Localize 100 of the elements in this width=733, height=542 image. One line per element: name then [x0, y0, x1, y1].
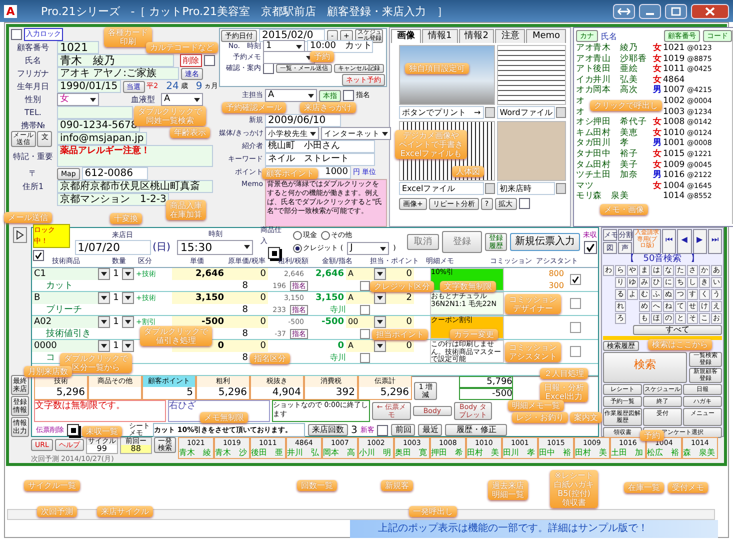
- tooltip-text: 独自項目設定可: [409, 64, 465, 73]
- field-label: 生年月日: [16, 81, 50, 92]
- tooltip-text: 顧客ポイント: [266, 169, 314, 178]
- field-label: 携帯№: [20, 120, 46, 131]
- tooltip-text: 人体図: [456, 167, 480, 176]
- tooltip-text: 来店きっかけ: [304, 103, 352, 112]
- info-banner: 上記のポップ表示は機能の一部です。詳細はサンプル版で！: [350, 520, 718, 538]
- tooltip-text: メール送信: [8, 213, 48, 222]
- amount-cell-text: 2,646: [314, 268, 345, 280]
- tooltip-text: ダブルクリックで: [64, 354, 128, 363]
- tooltip-text: 予約: [314, 52, 330, 61]
- app-icon: A: [4, 4, 17, 18]
- quantity-cell-text: 1: [112, 292, 120, 304]
- tooltip-text: ※レシート: [554, 471, 594, 480]
- tooltip-text: 次回予測: [41, 507, 73, 516]
- tooltip-text: B5(控付): [558, 489, 590, 498]
- point-cell: 0: [386, 340, 414, 352]
- field-label: TEL.: [24, 107, 42, 118]
- quantity-cell-text: 1: [112, 316, 120, 328]
- tooltip-text: ２人目処理: [544, 369, 584, 378]
- tooltip-text: 担当ポイント: [376, 330, 424, 339]
- amount-cell-text: 3,150: [314, 292, 345, 304]
- cost-cell: 0: [226, 268, 268, 280]
- tooltip-text: 在庫加算: [170, 210, 202, 219]
- tooltip-text: 来店サイクル: [101, 507, 149, 516]
- tooltip-text: 商品入庫: [170, 201, 202, 210]
- tooltip-text: カラー変更: [454, 330, 494, 339]
- tax-rate-cell-text: 8: [241, 280, 249, 292]
- staff-cell: A: [346, 292, 374, 304]
- tooltip-text: 検索はここから: [652, 340, 708, 349]
- assistant-cell-text: 寺川: [329, 305, 347, 314]
- amount-cell-text: -500: [320, 316, 345, 328]
- tooltip-text: 文字数無制限: [444, 282, 492, 291]
- price-cell: 3,150: [172, 292, 226, 304]
- tooltip-text: アシスタント: [509, 352, 557, 361]
- assistant-cell-text: 寺川: [329, 353, 347, 362]
- tooltip-text: 指名区分: [254, 354, 286, 363]
- tooltip-text: 領収書: [562, 498, 586, 507]
- staff-cell: A: [346, 268, 374, 280]
- tooltip-text: ダブルクリックで: [138, 107, 202, 116]
- cycle-value: 99: [86, 444, 117, 452]
- window-title: Pro.21シリーズ -［ カットPro.21美容室 京都駅前店 顧客登録・来店入力 ］: [41, 6, 448, 16]
- field-label: 〒: [28, 168, 38, 179]
- total-value: 5: [186, 387, 194, 399]
- field-label: フリガナ: [16, 68, 50, 79]
- field-label: 性別: [24, 94, 42, 105]
- tax-rate-cell-text: 8: [241, 328, 249, 340]
- weekday-label: (日): [152, 242, 170, 253]
- tooltip-text: 回数一覧: [301, 481, 333, 490]
- cost-cell: 0: [226, 292, 268, 304]
- quantity-cell-text: 1: [112, 340, 120, 352]
- tooltip-text: 十変換: [114, 214, 138, 223]
- kana-search-title: 【 50音検索 】: [624, 255, 701, 264]
- point-cell: 2: [386, 292, 414, 304]
- discount-field: -500: [459, 388, 514, 400]
- tooltip-text: 未収一覧: [86, 427, 118, 436]
- tooltip-text: コミッション: [509, 295, 557, 304]
- field-label: 血液型: [131, 94, 155, 105]
- tooltip-text: カルテコードなど: [150, 43, 214, 52]
- amount-cell-text: 0: [336, 340, 345, 352]
- staff-cell: 00: [346, 316, 374, 328]
- previous-value: 88: [120, 444, 151, 452]
- tooltip-text: 同姓一覧検索: [146, 116, 194, 125]
- tooltip-text: 予約確認メール: [226, 103, 282, 112]
- price-cell: 2,646: [172, 268, 226, 280]
- tooltip-text: クレジット区分: [374, 282, 430, 291]
- tooltip-text: 区分一覧から: [72, 363, 120, 372]
- cost-cell: 0: [226, 340, 268, 352]
- tooltip-text: ダブルクリックで: [144, 327, 208, 336]
- slip-total-field: 5,796: [459, 376, 514, 388]
- months-value: 9: [196, 81, 202, 92]
- field-label: 住所1: [21, 181, 45, 192]
- age-value: 24: [166, 81, 179, 92]
- tooltip-text: Excel出力: [545, 392, 583, 401]
- tooltip-text: 印刷: [120, 37, 136, 46]
- column-header: 氏名: [601, 30, 618, 42]
- tooltip-text: 明細メモ一覧: [512, 401, 560, 410]
- total-value: 5,296: [379, 387, 410, 399]
- total-value: 5,296: [55, 387, 86, 399]
- tooltip-text: 過去来店: [492, 481, 524, 490]
- tooltip-text: Excelファイルも: [400, 149, 462, 158]
- cost-cell: 0: [226, 316, 268, 328]
- tooltip-text: 各種カード: [108, 28, 148, 37]
- tooltip-text: コミッション: [509, 343, 557, 352]
- tooltip-text: メモ・画像: [604, 205, 644, 214]
- tooltip-text: 予約: [644, 431, 660, 440]
- point-cell: 0: [386, 316, 414, 328]
- tooltip-text: クリックで呼出し: [594, 101, 658, 110]
- tooltip-text: 白紙ハガキ: [554, 480, 594, 489]
- tooltip-text: デジカメ画像や: [403, 131, 459, 140]
- field-label: 顧客番号: [16, 42, 50, 53]
- field-label: 氏名: [24, 55, 42, 66]
- total-value: 392: [334, 387, 356, 399]
- tooltip-text: ペイントで手書き: [399, 140, 463, 149]
- tooltip-text: 月別来店数: [28, 367, 68, 376]
- point-cell: 0: [386, 268, 414, 280]
- tooltip-text: 明細一覧: [492, 490, 524, 499]
- field-label: 特記・重要: [12, 150, 54, 162]
- tooltip-text: 受付メモ: [672, 483, 704, 492]
- tooltip-text: 在庫一覧: [628, 483, 660, 492]
